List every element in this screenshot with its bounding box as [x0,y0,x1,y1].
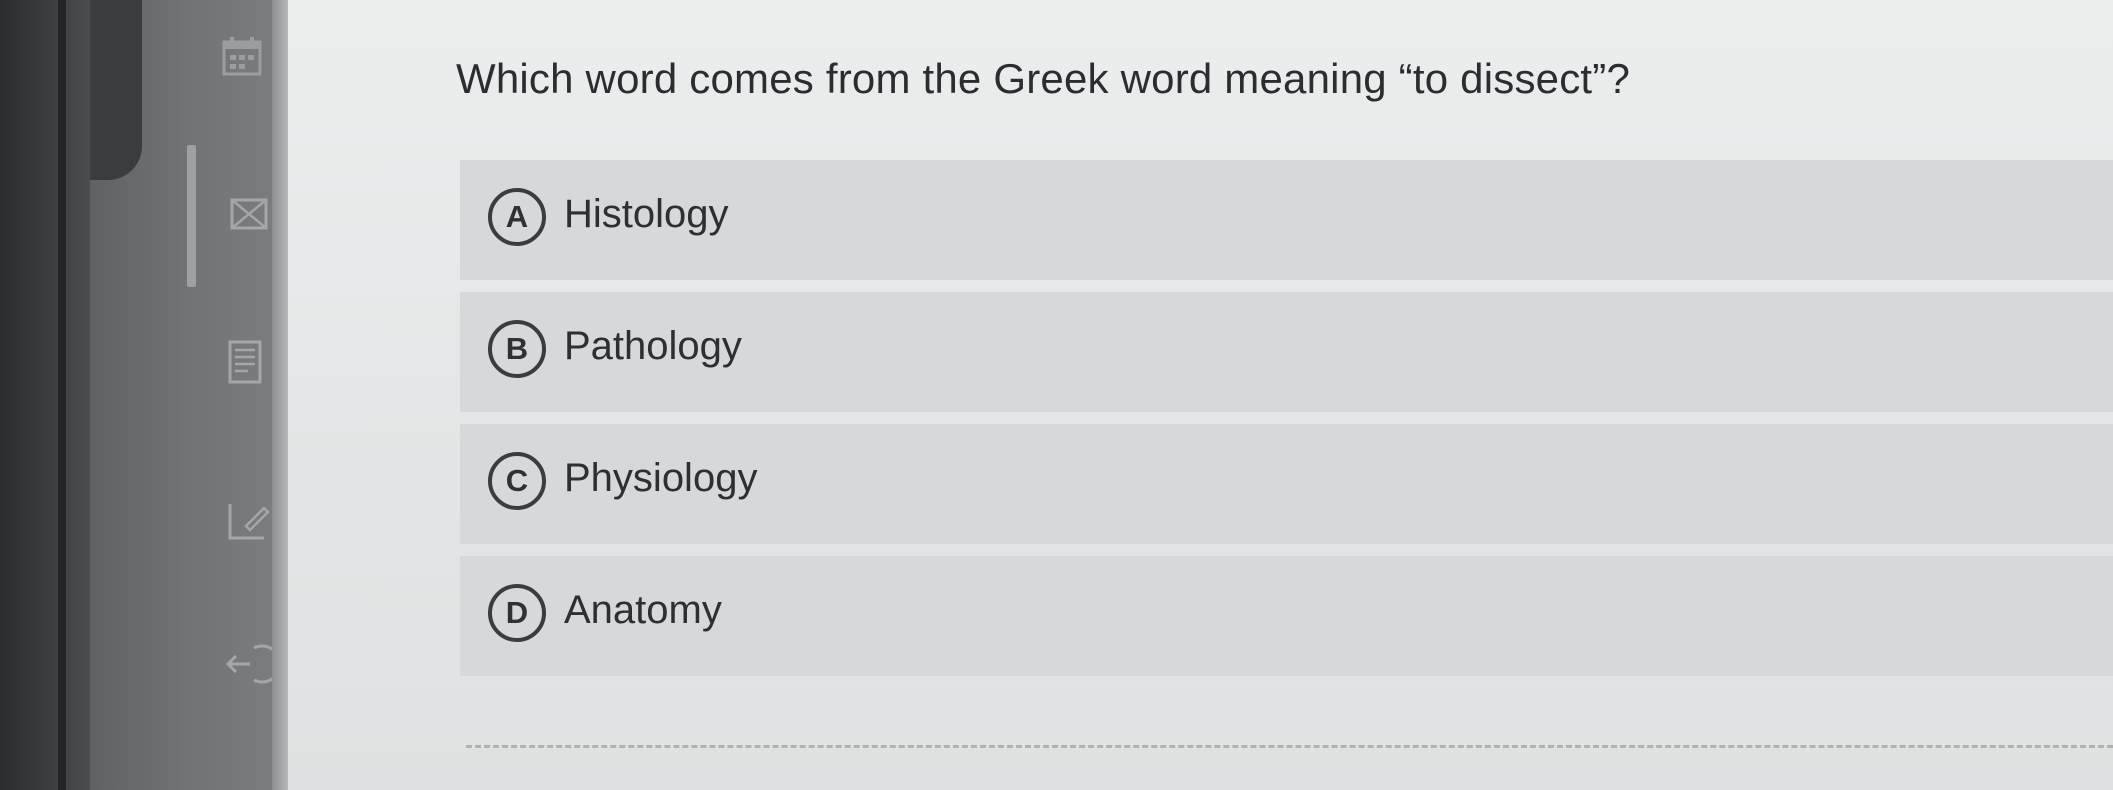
option-label: Anatomy [564,588,722,632]
mail-icon[interactable] [226,190,274,238]
edit-icon[interactable] [224,496,272,544]
device-bezel [0,0,90,790]
dashed-divider [466,745,2113,748]
option-label: Histology [564,192,729,236]
option-letter-badge: B [488,320,546,378]
answer-option-c[interactable]: C Physiology [460,424,2113,544]
option-letter-badge: C [488,452,546,510]
panel-divider [272,0,288,790]
calendar-icon[interactable] [218,34,266,82]
option-label: Pathology [564,324,742,368]
sidebar-tab-shadow [90,0,142,180]
bezel-edge [58,0,66,790]
question-text: Which word comes from the Greek word mea… [456,55,1631,102]
sidebar [90,0,282,790]
option-letter-badge: A [488,188,546,246]
answer-option-b[interactable]: B Pathology [460,292,2113,412]
option-label: Physiology [564,456,758,500]
answer-option-a[interactable]: A Histology [460,160,2113,280]
option-letter-badge: D [488,584,546,642]
sign-out-icon[interactable] [224,640,272,688]
active-indicator [187,145,196,287]
answer-option-d[interactable]: D Anatomy [460,556,2113,676]
document-list-icon[interactable] [222,338,270,386]
quiz-panel: Which word comes from the Greek word mea… [288,0,2113,790]
